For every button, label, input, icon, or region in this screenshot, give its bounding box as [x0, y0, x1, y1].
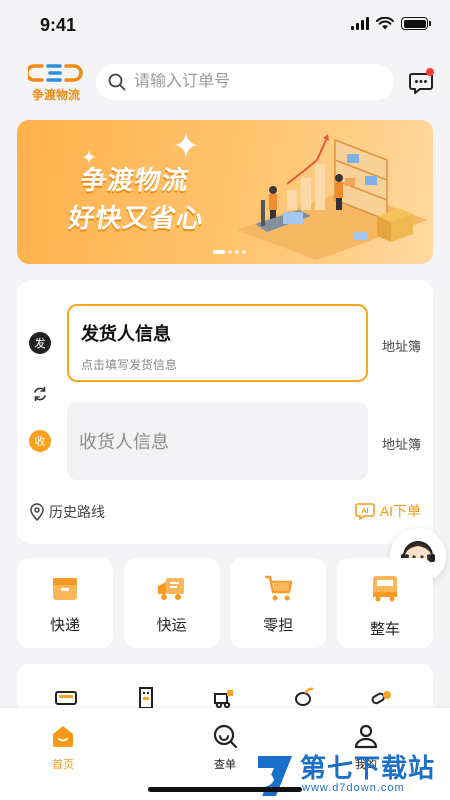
building-icon[interactable] [133, 684, 159, 710]
box-icon [53, 578, 77, 600]
status-icons [351, 17, 431, 30]
pagination-dot[interactable] [242, 250, 246, 254]
sender-info-field[interactable]: 发货人信息 点击填写发货信息 [67, 304, 368, 382]
receiver-info-title: 收货人信息 [79, 432, 169, 452]
service-express[interactable]: 快递 [17, 558, 113, 648]
user-icon [354, 724, 378, 749]
service-grid: 快递 快运 零担 整车 [17, 558, 433, 648]
service-label: 快运 [156, 617, 187, 634]
warehouse-illustration [237, 134, 427, 260]
tab-home-label: 首页 [52, 759, 74, 771]
unread-badge [426, 68, 434, 76]
pagination-dot[interactable] [213, 250, 225, 254]
ai-order-label: AI下单 [379, 503, 421, 519]
app-logo: 争渡物流 [25, 62, 84, 104]
van-icon [372, 576, 397, 602]
service-freight[interactable]: 快运 [123, 558, 220, 648]
status-bar: 9:41 [0, 0, 450, 50]
location-pin-icon [30, 503, 44, 521]
pagination-dot[interactable] [228, 250, 232, 254]
home-icon [53, 726, 73, 747]
receiver-info-field[interactable]: 收货人信息 [67, 402, 368, 480]
sender-info-title: 发货人信息 [81, 324, 171, 344]
header: 争渡物流 [0, 56, 450, 108]
pills-icon[interactable] [369, 684, 395, 710]
tab-query-label: 查单 [214, 759, 236, 771]
wifi-icon [376, 17, 394, 30]
service-ltl[interactable]: 零担 [230, 558, 327, 648]
message-button[interactable] [408, 68, 436, 96]
status-time: 9:41 [40, 15, 77, 35]
search-order-icon [213, 724, 238, 749]
service-label: 整车 [369, 621, 400, 638]
history-routes-link[interactable]: 历史路线 [29, 502, 105, 522]
sender-tag: 发 [29, 332, 51, 354]
logo-text: 争渡物流 [31, 88, 80, 102]
logo-mark-icon [25, 64, 83, 82]
cellular-signal-icon [351, 17, 369, 30]
order-number-search-input[interactable] [134, 73, 374, 91]
service-full-truckload[interactable]: 整车 [336, 558, 433, 648]
receiver-tag: 收 [29, 430, 51, 452]
home-indicator [148, 787, 302, 792]
service-label: 零担 [263, 617, 294, 634]
site-watermark: 第七下载站 www.d7down.com [252, 748, 448, 800]
produce-icon[interactable] [291, 684, 317, 710]
tab-query[interactable]: 查单 [195, 722, 255, 772]
watermark-title: 第七下载站 [300, 753, 436, 783]
truck-icon [157, 578, 184, 600]
order-form-card: 发 收 发货人信息 点击填写发货信息 地址簿 收货人信息 地址簿 历史路线 AI… [17, 280, 433, 544]
history-routes-label: 历史路线 [49, 504, 105, 520]
tab-home[interactable]: 首页 [33, 722, 93, 772]
promo-banner[interactable]: 争渡物流 好快又省心 [17, 120, 433, 264]
banner-title-line1: 争渡物流 [78, 165, 191, 195]
ai-badge-text: AI [361, 508, 368, 515]
swap-icon[interactable] [29, 383, 51, 405]
battery-icon [401, 17, 431, 30]
ai-order-button[interactable]: AI AI下单 [354, 501, 421, 521]
forklift-icon[interactable] [211, 684, 237, 710]
ai-chat-icon: AI [355, 503, 375, 521]
search-icon [108, 73, 126, 91]
receiver-address-book-link[interactable]: 地址簿 [382, 434, 421, 453]
banner-pagination [213, 250, 246, 254]
pagination-dot[interactable] [235, 250, 239, 254]
service-label: 快递 [49, 617, 80, 634]
cart-icon [265, 575, 293, 601]
watermark-url: www.d7down.com [302, 782, 405, 794]
bed-icon[interactable] [53, 684, 79, 710]
banner-title-line2: 好快又省心 [66, 203, 206, 233]
sender-info-hint: 点击填写发货信息 [81, 358, 178, 372]
search-bar[interactable] [96, 64, 394, 100]
sender-address-book-link[interactable]: 地址簿 [382, 336, 421, 355]
sparkle-icon [175, 132, 197, 158]
